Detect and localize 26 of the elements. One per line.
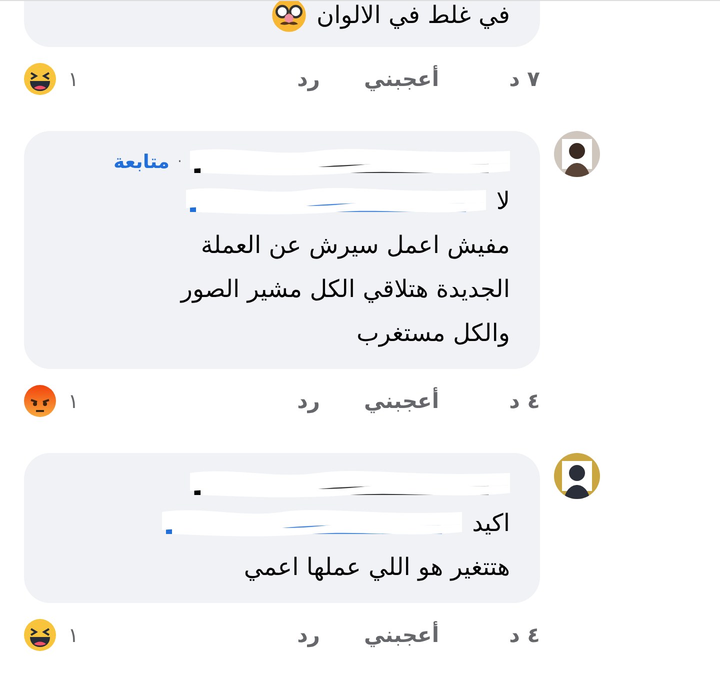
comment-time: ٧ د <box>509 67 540 91</box>
comment-text: لا <box>496 186 510 217</box>
comment-text: اكيد <box>472 508 510 539</box>
comment-time: ٤ د <box>509 623 540 647</box>
profile-avatar-icon[interactable] <box>554 131 600 177</box>
follow-link[interactable]: متابعة <box>114 151 170 173</box>
laughing-emoji-icon <box>24 63 56 95</box>
reply-button[interactable]: رد <box>297 389 320 413</box>
comment-text: والكل مستغرب <box>356 318 510 349</box>
reply-button[interactable]: رد <box>297 623 320 647</box>
reaction-count: ١ <box>68 623 79 647</box>
comment-text: مفيش اعمل سيرش عن العملة <box>200 230 510 261</box>
comment-text: هتتغير هو اللي عملها اعمي <box>244 552 510 583</box>
like-button[interactable]: أعجبني <box>364 389 440 413</box>
comment-time: ٤ د <box>509 389 540 413</box>
comment-text: الجديدة هتلاقي الكل مشير الصور <box>180 274 510 305</box>
reaction-count: ١ <box>68 67 79 91</box>
reply-button[interactable]: رد <box>297 67 320 91</box>
reaction-count: ١ <box>68 389 79 413</box>
laughing-emoji-icon <box>24 619 56 651</box>
comment-text: في غلط في الالوان <box>316 1 510 31</box>
profile-avatar-icon[interactable] <box>554 453 600 499</box>
like-button[interactable]: أعجبني <box>364 67 440 91</box>
like-button[interactable]: أعجبني <box>364 623 440 647</box>
separator-dot: · <box>178 154 182 170</box>
angry-emoji-icon <box>24 385 56 417</box>
